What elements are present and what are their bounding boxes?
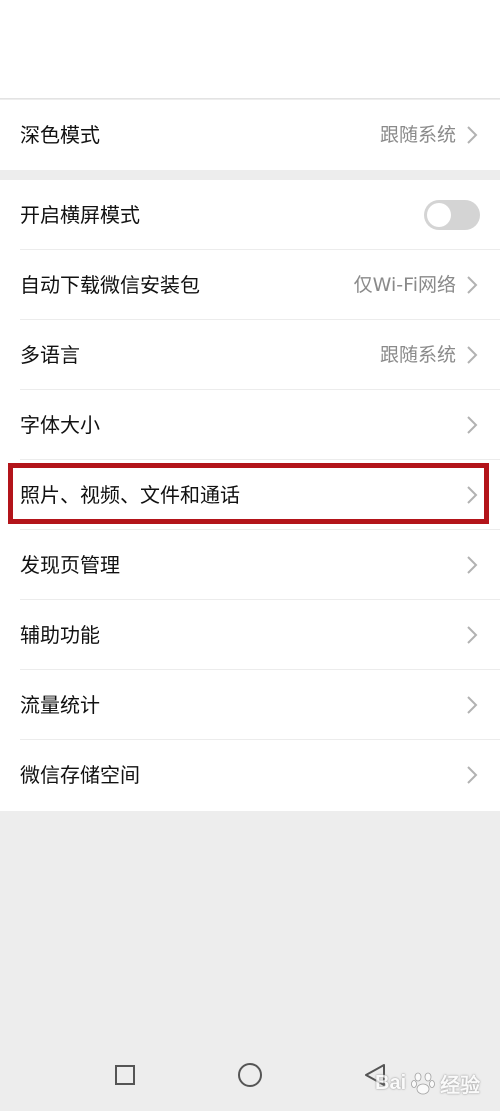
- settings-group-display: 深色模式 跟随系统: [0, 100, 500, 170]
- toggle-knob: [427, 203, 451, 227]
- dark-mode-label: 深色模式: [20, 123, 100, 147]
- watermark-brand-left: Bai: [375, 1071, 407, 1094]
- chevron-right-icon: [467, 556, 478, 574]
- chevron-right-icon: [467, 346, 478, 364]
- auto-download-label: 自动下载微信安装包: [20, 273, 200, 297]
- baidu-watermark: Bai 经验: [375, 1063, 480, 1103]
- language-label: 多语言: [20, 343, 80, 367]
- chevron-right-icon: [467, 276, 478, 294]
- media-files-calls-row[interactable]: 照片、视频、文件和通话: [0, 460, 500, 530]
- landscape-mode-label: 开启横屏模式: [20, 203, 140, 227]
- language-value: 跟随系统: [379, 344, 456, 366]
- storage-row[interactable]: 微信存储空间: [0, 740, 500, 810]
- chevron-right-icon: [467, 696, 478, 714]
- watermark-brand-right: 经验: [440, 1074, 481, 1097]
- landscape-mode-toggle[interactable]: [424, 200, 480, 230]
- auto-download-row[interactable]: 自动下载微信安装包 仅Wi-Fi网络: [0, 250, 500, 320]
- chevron-right-icon: [467, 416, 478, 434]
- discover-management-label: 发现页管理: [20, 553, 120, 577]
- language-row[interactable]: 多语言 跟随系统: [0, 320, 500, 390]
- font-size-row[interactable]: 字体大小: [0, 390, 500, 460]
- accessibility-label: 辅助功能: [20, 623, 100, 647]
- home-button[interactable]: [235, 1060, 265, 1090]
- media-files-calls-label: 照片、视频、文件和通话: [20, 483, 240, 507]
- top-header-area: [0, 0, 500, 99]
- recent-apps-button[interactable]: [110, 1060, 140, 1090]
- settings-group-general: 开启横屏模式 自动下载微信安装包 仅Wi-Fi网络 多语言 跟随系统 字体大小 …: [0, 180, 500, 811]
- traffic-stats-label: 流量统计: [20, 693, 100, 717]
- dark-mode-row[interactable]: 深色模式 跟随系统: [0, 100, 500, 170]
- accessibility-row[interactable]: 辅助功能: [0, 600, 500, 670]
- paw-logo-icon: [411, 1072, 436, 1095]
- chevron-right-icon: [467, 626, 478, 644]
- traffic-stats-row[interactable]: 流量统计: [0, 670, 500, 740]
- dark-mode-value: 跟随系统: [379, 124, 456, 146]
- chevron-right-icon: [467, 766, 478, 784]
- landscape-mode-row: 开启横屏模式: [0, 180, 500, 250]
- auto-download-value: 仅Wi-Fi网络: [353, 274, 456, 296]
- storage-label: 微信存储空间: [20, 763, 140, 787]
- discover-management-row[interactable]: 发现页管理: [0, 530, 500, 600]
- chevron-right-icon: [467, 486, 478, 504]
- chevron-right-icon: [467, 126, 478, 144]
- font-size-label: 字体大小: [20, 413, 100, 437]
